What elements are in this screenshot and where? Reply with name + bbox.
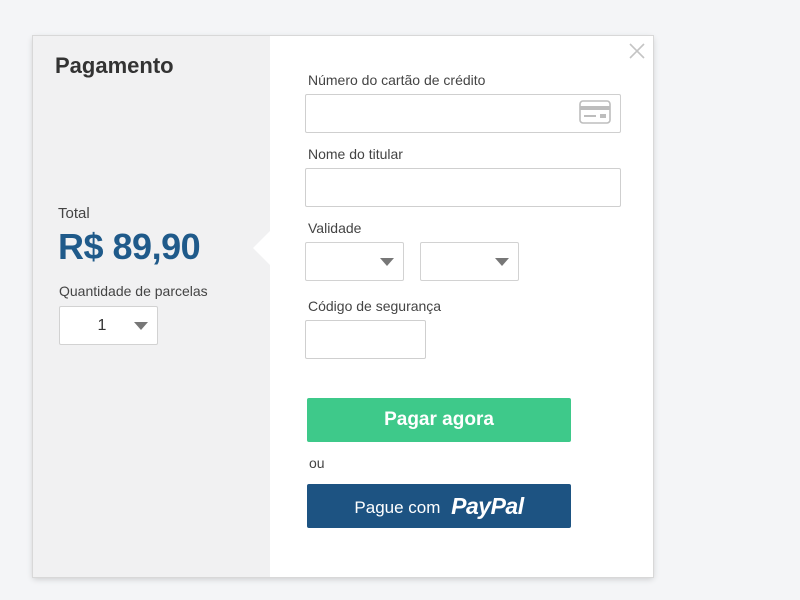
chevron-down-icon	[380, 258, 394, 266]
security-code-label: Código de segurança	[308, 298, 442, 314]
card-number-label: Número do cartão de crédito	[308, 72, 486, 88]
credit-card-icon	[579, 100, 611, 124]
dialog-title: Pagamento	[55, 53, 174, 78]
close-icon[interactable]	[628, 42, 646, 60]
order-summary-panel: Pagamento Total R$ 89,90 Quantidade de p…	[33, 36, 270, 577]
installments-label: Quantidade de parcelas	[59, 283, 208, 299]
expiry-label: Validade	[308, 220, 362, 236]
paypal-button-label: Pague com	[354, 498, 441, 517]
holder-name-input[interactable]	[305, 168, 621, 207]
paypal-logo: PayPal	[451, 493, 524, 519]
chevron-down-icon	[134, 322, 148, 330]
expiry-month-select[interactable]	[305, 242, 404, 281]
pay-now-button[interactable]: Pagar agora	[307, 398, 571, 442]
card-number-input[interactable]	[305, 94, 621, 133]
security-code-input[interactable]	[305, 320, 426, 359]
holder-name-label: Nome do titular	[308, 146, 403, 162]
chevron-down-icon	[495, 258, 509, 266]
total-amount: R$ 89,90	[58, 226, 201, 267]
paypal-button[interactable]: Pague com PayPal	[307, 484, 571, 528]
installments-value: 1	[97, 317, 107, 334]
total-label: Total	[58, 205, 90, 222]
or-separator: ou	[309, 455, 325, 471]
payment-dialog: Pagamento Total R$ 89,90 Quantidade de p…	[33, 36, 653, 577]
expiry-year-select[interactable]	[420, 242, 519, 281]
installments-select[interactable]: 1	[59, 306, 158, 345]
